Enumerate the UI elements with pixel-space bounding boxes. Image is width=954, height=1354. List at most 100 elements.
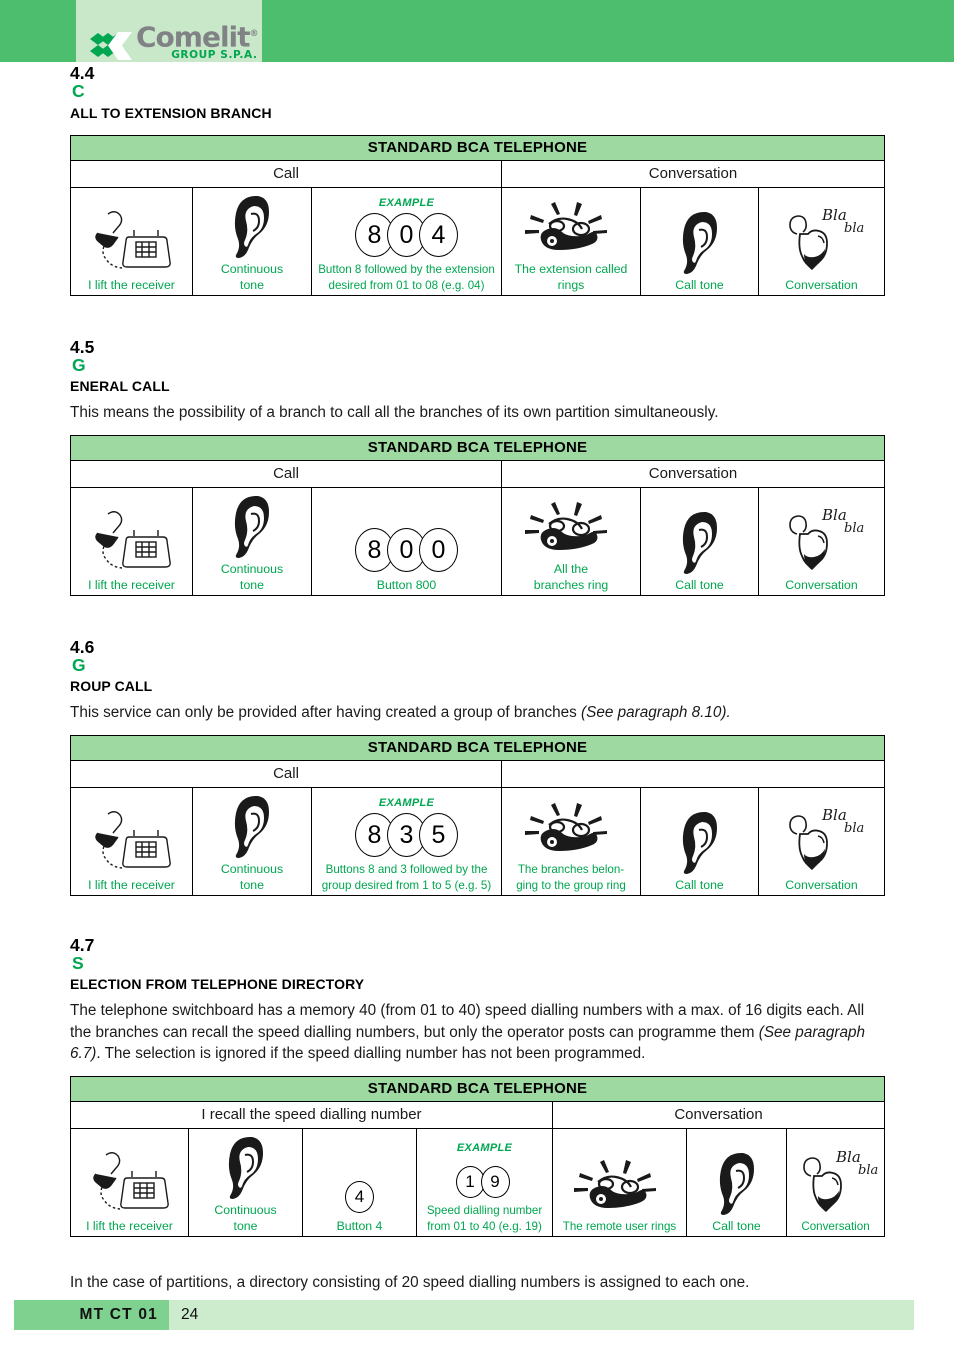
- step-caption: The remote user rings: [562, 1219, 677, 1233]
- step-caption-line1: Buttons 8 and 3 followed by the: [325, 863, 488, 877]
- table-title: STANDARD BCA TELEPHONE: [69, 1075, 886, 1102]
- step-conversation: Bla bla Conversation: [758, 486, 885, 596]
- step-caption-line1: Continuous: [220, 261, 284, 276]
- ringing-phone-icon: [502, 500, 640, 562]
- body-line-3: . The selection is ignored if the speed …: [96, 1045, 646, 1062]
- step-lift-receiver: I lift the receiver: [70, 486, 193, 596]
- step-caption-line1: The branches belon-: [517, 863, 625, 877]
- svg-text:bla: bla: [858, 1163, 878, 1178]
- table-general-call: STANDARD BCA TELEPHONE Call Conversation: [70, 434, 885, 596]
- comelit-logo: Comelit® GROUP S.P.A.: [88, 17, 259, 61]
- table-row: STANDARD BCA TELEPHONE: [70, 134, 885, 161]
- step-call-tone: Call tone: [640, 786, 759, 896]
- step-caption-line1: Continuous: [220, 861, 284, 876]
- step-lift-receiver: I lift the receiver: [70, 186, 193, 296]
- group-header-left: Call: [70, 159, 502, 188]
- step-caption: Call tone: [675, 578, 724, 592]
- group-header-right: Conversation: [551, 1100, 886, 1129]
- step-caption-line1: The extension called: [514, 261, 628, 276]
- ringing-phone-icon: [502, 200, 640, 262]
- step-caption: I lift the receiver: [88, 278, 175, 292]
- digit-group: 4: [303, 1181, 416, 1213]
- step-caption-line1: Button 8 followed by the extension: [318, 263, 495, 277]
- svg-text:bla: bla: [844, 221, 864, 236]
- example-label: EXAMPLE: [378, 197, 435, 210]
- ear-icon: [641, 508, 758, 578]
- step-call-tone: Call tone: [686, 1127, 787, 1237]
- digit-group: 8 0 4: [312, 213, 501, 258]
- step-group-branches-ring: The branches belon- ging to the group ri…: [501, 786, 641, 896]
- group-header-right: Conversation: [501, 459, 885, 488]
- step-all-branches-ring: All the branches ring: [501, 486, 641, 596]
- svg-text:Bla: Bla: [835, 1148, 861, 1166]
- digit-group: 8 3 5: [312, 813, 501, 858]
- section-heading-4-6: 4.6 G ROUP CALL: [70, 636, 153, 695]
- step-caption: Conversation: [785, 578, 858, 592]
- conversation-bla-icon: Bla bla: [787, 1146, 884, 1220]
- table-row: Call Conversation: [70, 459, 885, 488]
- table-group-call: STANDARD BCA TELEPHONE Call I lift the r…: [70, 734, 885, 896]
- table-row: STANDARD BCA TELEPHONE: [69, 1075, 886, 1102]
- conversation-bla-icon: Bla bla: [759, 204, 884, 278]
- step-caption: I lift the receiver: [88, 578, 175, 592]
- ear-icon: [193, 792, 311, 862]
- table-title: STANDARD BCA TELEPHONE: [70, 734, 885, 761]
- step-button-4: 4 Button 4: [302, 1127, 417, 1237]
- ringing-phone-icon: [553, 1158, 686, 1220]
- hand-lifts-receiver-icon: [71, 206, 192, 278]
- step-caption-line2: desired from 01 to 08 (e.g. 04): [328, 278, 485, 292]
- step-conversation: Bla bla Conversation: [785, 1127, 886, 1237]
- ear-icon: [193, 192, 311, 262]
- group-header-right: Conversation: [501, 159, 885, 188]
- step-caption-line2: from 01 to 40 (e.g. 19): [427, 1219, 542, 1233]
- table-row: I recall the speed dialling number Conve…: [70, 1100, 886, 1129]
- step-caption-line2: tone: [233, 1219, 258, 1233]
- section-heading-4-4: 4.4 C ALL TO EXTENSION BRANCH: [70, 63, 272, 121]
- step-dial-digits: 8 0 0 Button 800: [311, 486, 502, 596]
- table-title: STANDARD BCA TELEPHONE: [70, 134, 885, 161]
- step-caption-line1: All the: [553, 561, 589, 576]
- step-caption: Conversation: [801, 1219, 870, 1233]
- table-row: I lift the receiver Continuous tone 4 Bu…: [70, 1127, 886, 1237]
- step-caption: Call tone: [675, 278, 724, 292]
- digit: 4: [345, 1181, 374, 1213]
- example-label: EXAMPLE: [378, 797, 435, 810]
- section-body-4-7: The telephone switchboard has a memory 4…: [70, 1000, 884, 1065]
- step-caption-line1: Speed dialling number: [426, 1204, 543, 1218]
- section-body-4-6: This service can only be provided after …: [70, 702, 884, 724]
- digit: 5: [419, 813, 458, 858]
- step-caption-line2: tone: [240, 878, 264, 892]
- table-row: I lift the receiver Continuous tone 8 0 …: [70, 486, 885, 596]
- ear-icon: [641, 808, 758, 878]
- section-heading-4-7: 4.7 S ELECTION FROM TELEPHONE DIRECTORY: [70, 934, 365, 993]
- table-row: STANDARD BCA TELEPHONE: [70, 734, 885, 761]
- svg-text:Bla: Bla: [821, 206, 847, 224]
- table-row: I lift the receiver Continuous tone EXAM…: [70, 186, 885, 296]
- body-text: This service can only be provided after …: [70, 704, 582, 721]
- digit: 0: [419, 528, 458, 572]
- conversation-bla-icon: Bla bla: [759, 804, 884, 878]
- table-row: Call: [70, 759, 885, 788]
- step-caption: Conversation: [785, 878, 858, 892]
- group-header-left: I recall the speed dialling number: [70, 1100, 553, 1129]
- step-dial-digits: EXAMPLE 8 0 4 Button 8 followed by the e…: [311, 186, 502, 296]
- step-lift-receiver: I lift the receiver: [70, 1127, 189, 1237]
- step-caption: Button 4: [336, 1219, 383, 1233]
- step-caption-line2: tone: [240, 278, 264, 292]
- step-dial-digits: EXAMPLE 8 3 5 Buttons 8 and 3 followed b…: [311, 786, 502, 896]
- table-row: Call Conversation: [70, 159, 885, 188]
- step-continuous-tone: Continuous tone: [188, 1127, 303, 1237]
- digit: 9: [480, 1166, 510, 1199]
- svg-text:Bla: Bla: [821, 506, 847, 524]
- hand-lifts-receiver-icon: [71, 806, 192, 878]
- logo-wordmark: Comelit®: [136, 20, 259, 53]
- step-caption: Button 800: [376, 578, 437, 592]
- hand-lifts-receiver-icon: [71, 506, 192, 578]
- step-remote-user-rings: The remote user rings: [552, 1127, 687, 1237]
- table-call-to-extension-branch: STANDARD BCA TELEPHONE Call Conversation: [70, 134, 885, 296]
- ear-icon: [189, 1133, 302, 1203]
- step-caption-line2: ging to the group ring: [516, 878, 626, 892]
- step-continuous-tone: Continuous tone: [192, 486, 312, 596]
- ear-icon: [641, 208, 758, 278]
- conversation-bla-icon: Bla bla: [759, 504, 884, 578]
